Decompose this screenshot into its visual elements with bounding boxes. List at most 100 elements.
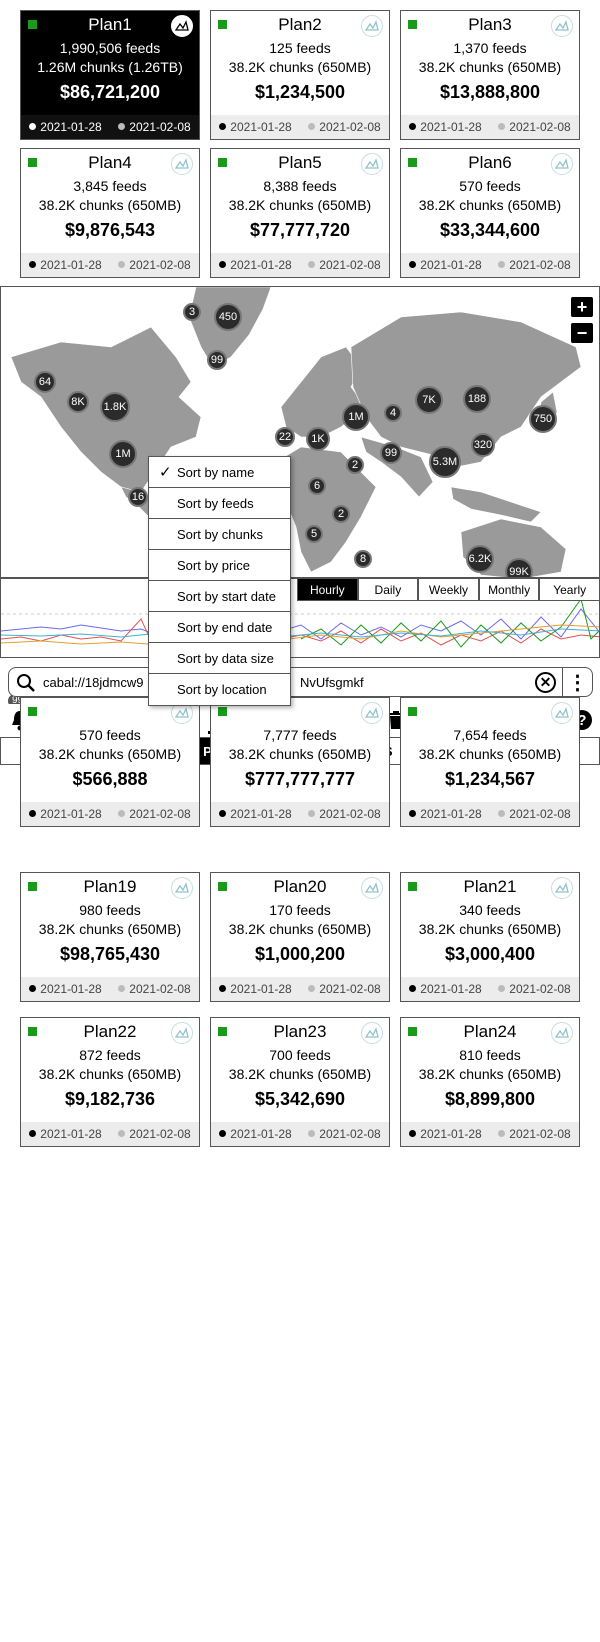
plan-card[interactable]: Plan23 700 feeds 38.2K chunks (650MB) $5,34… [210,1017,390,1147]
plan-feeds: 125 feeds [269,40,331,56]
plan-price: $33,344,600 [439,220,541,240]
status-indicator [218,707,227,716]
sort-menu-item[interactable]: Sort by feeds [149,488,290,519]
map-cluster-marker[interactable]: 64 [34,371,56,393]
plan-feeds: 1,370 feeds [453,40,527,56]
plan-chunks: 38.2K chunks (650MB) [38,746,182,762]
map-cluster-marker[interactable]: 7K [415,386,443,414]
map-cluster-marker[interactable]: 320 [471,433,495,457]
sort-menu-item[interactable]: Sort by data size [149,643,290,674]
map-cluster-marker[interactable]: 6 [308,477,326,495]
plan-card[interactable]: Plan3 1,370 feeds 38.2K chunks (650MB) $13,… [400,10,580,140]
sort-menu-item[interactable]: Sort by start date [149,581,290,612]
search-input[interactable] [43,672,543,692]
plan-start-date: 2021-01-28 [409,1127,481,1141]
plan-card[interactable]: Plan21 340 feeds 38.2K chunks (650MB) $3,00… [400,872,580,1002]
plan-dates: 2021-01-28 2021-02-08 [21,253,199,277]
map-cluster-marker[interactable]: 99 [207,350,227,370]
map-cluster-marker[interactable]: 3 [183,303,201,321]
plan-price: $9,182,736 [64,1089,156,1109]
plan-start-date: 2021-01-28 [409,120,481,134]
map-cluster-marker[interactable]: 1.8K [100,392,130,422]
zoom-out-button[interactable]: − [571,323,593,343]
plan-card[interactable]: Plan4 3,845 feeds 38.2K chunks (650MB) $9,8… [20,148,200,278]
map-cluster-marker[interactable]: 6.2K [466,545,494,573]
map-cluster-marker[interactable]: 2 [332,505,350,523]
plan-start-date: 2021-01-28 [219,1127,291,1141]
plan-chunks: 38.2K chunks (650MB) [38,197,182,213]
plan-card-header: Plan19 [21,873,199,901]
map-cluster-marker[interactable]: 8 [354,550,372,568]
plan-chunks: 38.2K chunks (650MB) [38,1066,182,1082]
plan-chunks: 38.2K chunks (650MB) [228,59,372,75]
map-cluster-marker[interactable]: 16 [128,487,148,507]
map-cluster-marker[interactable]: 22 [275,427,295,447]
timeframe-monthly[interactable]: Monthly [478,578,540,601]
world-map[interactable]: 3 450 99 64 8K 1.8K 1M 16 22 1K 1M 4 7K 188 750 2 99 5.3M… [0,286,600,578]
map-cluster-marker[interactable]: 1M [109,440,137,468]
plan-card[interactable]: Plan1 1,990,506 feeds 1.26M chunks (1.26TB… [20,10,200,140]
plan-feeds: 810 feeds [459,1047,521,1063]
timeframe-yearly[interactable]: Yearly [539,578,600,601]
plan-card[interactable]: Plan5 8,388 feeds 38.2K chunks (650MB) $77,… [210,148,390,278]
plan-price: $1,234,567 [444,769,536,789]
map-cluster-marker[interactable]: 5.3M [429,446,461,478]
plan-feeds: 170 feeds [269,902,331,918]
sort-menu-item[interactable]: Sort by chunks [149,519,290,550]
timeframe-selector: Hourly Daily Weekly Monthly Yearly [297,578,600,601]
clear-search-icon[interactable]: ✕ [535,672,556,693]
map-cluster-marker[interactable]: 750 [529,405,557,433]
plan-card-header [401,698,579,726]
plan-card[interactable]: 570 feeds 38.2K chunks (650MB) $566,888 202… [20,697,200,827]
map-cluster-marker[interactable]: 2 [346,456,364,474]
plan-price: $777,777,777 [244,769,356,789]
sort-menu-item[interactable]: Sort by price [149,550,290,581]
map-cluster-marker[interactable]: 450 [214,303,242,331]
plan-end-date: 2021-02-08 [498,258,570,272]
plan-type-icon [551,1022,573,1044]
sort-menu-item-label: Sort by name [177,464,255,480]
plan-card[interactable]: Plan22 872 feeds 38.2K chunks (650MB) $9,18… [20,1017,200,1147]
plan-card[interactable]: 7,654 feeds 38.2K chunks (650MB) $1,234,56… [400,697,580,827]
map-cluster-marker[interactable]: 8K [67,391,89,413]
plan-end-date: 2021-02-08 [118,982,190,996]
plan-price: $86,721,200 [59,82,161,102]
timeframe-weekly[interactable]: Weekly [418,578,479,601]
plan-start-date: 2021-01-28 [219,982,291,996]
plan-dates: 2021-01-28 2021-02-08 [211,115,389,139]
map-cluster-marker[interactable]: 1K [306,427,330,451]
more-options-icon[interactable]: ⋮ [562,668,592,696]
map-cluster-marker[interactable]: 4 [384,404,402,422]
map-cluster-marker[interactable]: 1M [342,403,370,431]
plan-start-date: 2021-01-28 [29,807,101,821]
plan-price: $77,777,720 [249,220,351,240]
plan-card-header: Plan20 [211,873,389,901]
map-cluster-marker[interactable]: 5 [305,525,323,543]
sort-menu-item-label: Sort by chunks [177,526,263,542]
timeframe-hourly[interactable]: Hourly [297,578,358,601]
map-cluster-marker[interactable]: 188 [463,385,491,413]
plan-chunks: 38.2K chunks (650MB) [418,197,562,213]
zoom-in-button[interactable]: + [571,297,593,317]
plan-dates: 2021-01-28 2021-02-08 [211,253,389,277]
plan-card[interactable]: Plan2 125 feeds 38.2K chunks (650MB) $1,234… [210,10,390,140]
plan-type-icon [551,702,573,724]
sort-menu-item-label: Sort by end date [177,619,273,635]
plan-start-date: 2021-01-28 [29,120,101,134]
plan-card[interactable]: Plan24 810 feeds 38.2K chunks (650MB) $8,89… [400,1017,580,1147]
plan-card[interactable]: Plan6 570 feeds 38.2K chunks (650MB) $33,34… [400,148,580,278]
sort-menu-item[interactable]: ✓ Sort by name [149,457,290,488]
map-cluster-marker[interactable]: 99K [505,558,533,577]
plan-dates: 2021-01-28 2021-02-08 [401,253,579,277]
map-cluster-marker[interactable]: 99 [380,442,402,464]
plan-card[interactable]: 7,777 feeds 38.2K chunks (650MB) $777,777,… [210,697,390,827]
plan-start-date: 2021-01-28 [219,258,291,272]
timeframe-daily[interactable]: Daily [357,578,419,601]
sort-menu-item[interactable]: Sort by location [149,674,290,705]
plan-card-header: Plan6 [401,149,579,177]
plan-card[interactable]: Plan19 980 feeds 38.2K chunks (650MB) $98,7… [20,872,200,1002]
plan-price: $566,888 [72,769,148,789]
sort-menu-item[interactable]: Sort by end date [149,612,290,643]
plan-card[interactable]: Plan20 170 feeds 38.2K chunks (650MB) $1,00… [210,872,390,1002]
plan-chunks: 38.2K chunks (650MB) [418,921,562,937]
